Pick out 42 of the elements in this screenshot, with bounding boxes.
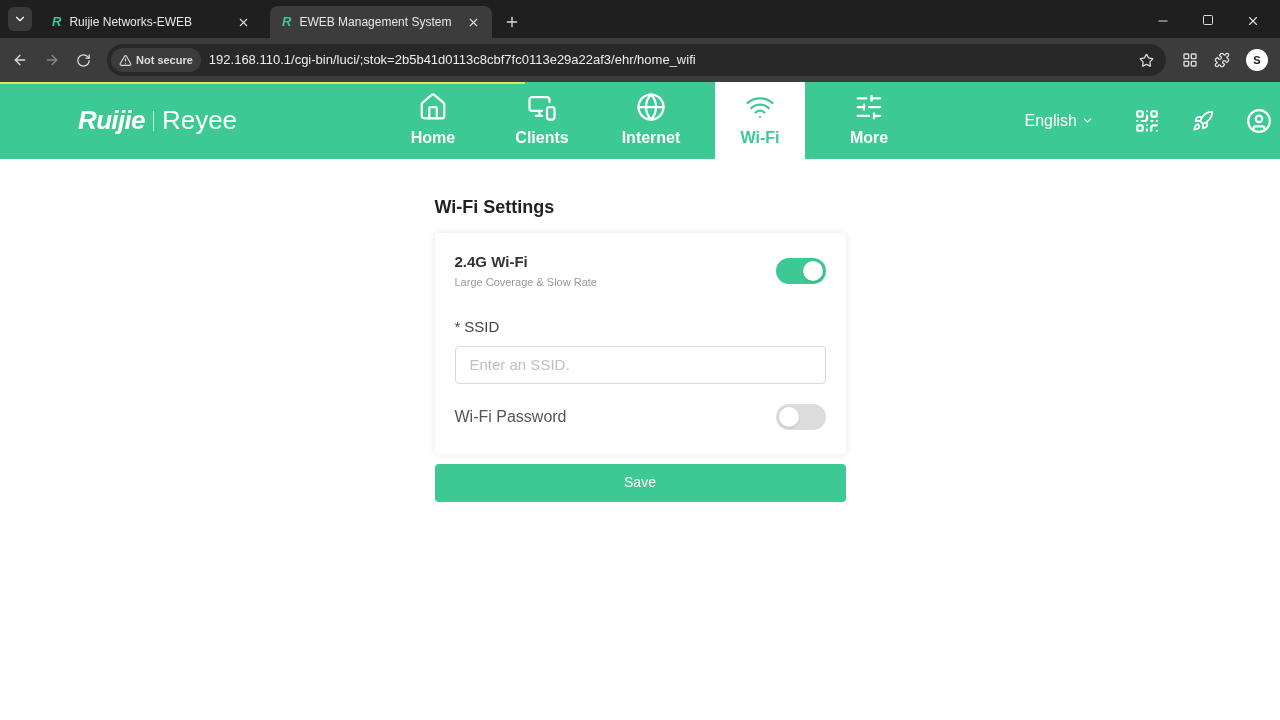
section-title: Wi-Fi Settings [434, 196, 556, 219]
language-dropdown[interactable]: English [1024, 108, 1094, 133]
nav-tab[interactable]: Internet [606, 82, 696, 159]
reload-icon[interactable] [76, 52, 91, 68]
profile-avatar[interactable]: S [1246, 49, 1268, 71]
nav-tab[interactable]: More [824, 82, 914, 159]
browser-tab[interactable]: R Ruijie Networks-EWEB [40, 6, 262, 38]
band-label: 2.4G Wi-Fi [454, 252, 529, 272]
bookmark-icon[interactable] [1139, 52, 1154, 68]
nav-tab[interactable]: Wi-Fi [715, 82, 805, 159]
save-button[interactable]: Save [434, 463, 846, 502]
globe-icon [636, 91, 666, 122]
puzzle-icon[interactable] [1214, 52, 1230, 68]
band-switch[interactable] [775, 257, 826, 284]
favicon-logo: R [282, 13, 292, 32]
warning-icon [119, 53, 132, 67]
brand-logo: Ruijie [78, 104, 145, 137]
browser-tab[interactable]: R EWEB Management System [270, 6, 492, 38]
required-mark: * [454, 317, 461, 337]
back-icon[interactable] [12, 52, 28, 68]
nav-tab[interactable]: Clients [497, 82, 587, 159]
tab-list-button[interactable] [8, 7, 32, 31]
nav-tab[interactable]: Home [388, 82, 478, 159]
password-switch[interactable] [775, 403, 826, 430]
favicon-logo: R [52, 13, 62, 32]
tab-title: Ruijie Networks-EWEB [69, 14, 194, 31]
band-description: Large Coverage & Slow Rate [454, 274, 597, 290]
ssid-field[interactable]: Enter an SSID. [454, 345, 826, 384]
password-label: Wi-Fi Password [454, 406, 567, 427]
sub-brand-logo: Reyee [161, 104, 238, 137]
close-icon[interactable] [1246, 14, 1260, 28]
tab-title: EWEB Management System [299, 14, 453, 31]
house-icon [418, 91, 448, 122]
url-text: 192.168.110.1/cgi-bin/luci/;stok=2b5b41d0113c8cbf7fc0113e29a22af3/ehr/home_wifi [208, 51, 697, 70]
security-label: Not secure [136, 52, 193, 68]
maximize-icon[interactable] [1202, 14, 1214, 26]
forward-icon[interactable] [44, 52, 60, 68]
address-bar[interactable]: Not secure 192.168.110.1/cgi-bin/luci/;stok=2b5b41d0113c8cbf7fc0113e29a22af3/ehr/home_wifi [107, 44, 1166, 76]
extension-icon[interactable] [1182, 52, 1198, 68]
ssid-label: SSID [464, 317, 500, 337]
new-tab-icon[interactable] [504, 14, 520, 30]
security-chip[interactable]: Not secure [111, 48, 201, 72]
